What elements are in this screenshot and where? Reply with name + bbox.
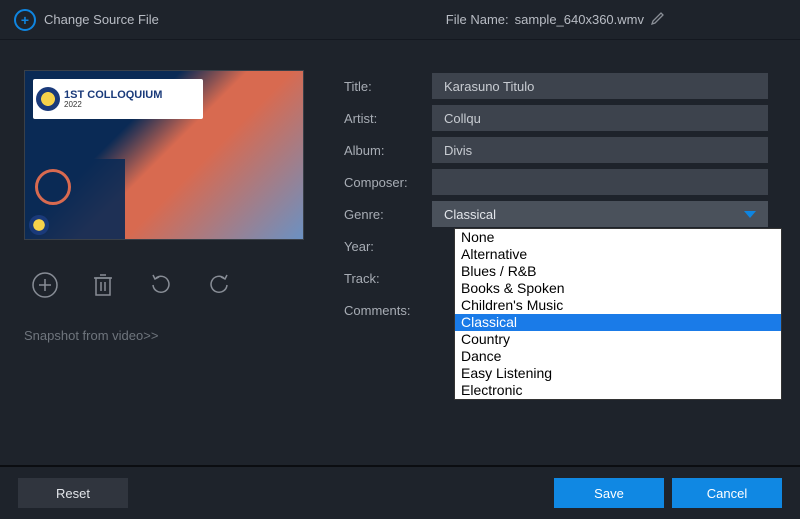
change-source-button[interactable]: + Change Source File	[14, 9, 159, 31]
genre-row: Genre: Classical	[344, 198, 776, 230]
genre-option[interactable]: Dance	[455, 348, 781, 365]
file-name-value: sample_640x360.wmv	[515, 12, 644, 27]
change-source-label: Change Source File	[44, 12, 159, 27]
comments-label: Comments:	[344, 303, 424, 318]
title-label: Title:	[344, 79, 424, 94]
file-name-display: File Name: sample_640x360.wmv	[446, 10, 666, 29]
save-button[interactable]: Save	[554, 478, 664, 508]
album-label: Album:	[344, 143, 424, 158]
artist-label: Artist:	[344, 111, 424, 126]
album-row: Album:	[344, 134, 776, 166]
thumbnail-corner-logo-icon	[29, 215, 49, 235]
banner-year: 2022	[64, 100, 82, 109]
genre-option[interactable]: Country	[455, 331, 781, 348]
genre-option[interactable]: Classical	[455, 314, 781, 331]
composer-input[interactable]	[432, 169, 768, 195]
cancel-button[interactable]: Cancel	[672, 478, 782, 508]
genre-option[interactable]: None	[455, 229, 781, 246]
genre-dropdown[interactable]: NoneAlternativeBlues / R&BBooks & Spoken…	[454, 228, 782, 400]
left-panel: 1ST COLLOQUIUM 2022 Snapshot from video>…	[24, 70, 304, 343]
video-thumbnail[interactable]: 1ST COLLOQUIUM 2022	[24, 70, 304, 240]
genre-option[interactable]: Easy Listening	[455, 365, 781, 382]
genre-label: Genre:	[344, 207, 424, 222]
reset-button[interactable]: Reset	[18, 478, 128, 508]
banner-logo-icon	[36, 87, 60, 111]
genre-option[interactable]: Alternative	[455, 246, 781, 263]
genre-option[interactable]: Children's Music	[455, 297, 781, 314]
genre-selected-value: Classical	[444, 207, 496, 222]
rotate-left-button[interactable]	[146, 270, 176, 300]
title-input[interactable]	[432, 73, 768, 99]
composer-label: Composer:	[344, 175, 424, 190]
composer-row: Composer:	[344, 166, 776, 198]
banner-title: COLLOQUIUM	[87, 89, 162, 101]
artist-row: Artist:	[344, 102, 776, 134]
genre-option[interactable]: Blues / R&B	[455, 263, 781, 280]
edit-filename-button[interactable]	[650, 10, 666, 29]
genre-option[interactable]: Electronic	[455, 382, 781, 399]
bottom-bar: Reset Save Cancel	[0, 465, 800, 519]
chevron-down-icon	[744, 211, 756, 218]
year-label: Year:	[344, 239, 424, 254]
snapshot-link[interactable]: Snapshot from video>>	[24, 328, 304, 343]
genre-select[interactable]: Classical	[432, 201, 768, 227]
rotate-right-button[interactable]	[204, 270, 234, 300]
plus-circle-icon: +	[14, 9, 36, 31]
artist-input[interactable]	[432, 105, 768, 131]
thumbnail-toolstrip	[24, 270, 304, 300]
album-input[interactable]	[432, 137, 768, 163]
file-name-label: File Name:	[446, 12, 509, 27]
add-thumbnail-button[interactable]	[30, 270, 60, 300]
thumbnail-banner: 1ST COLLOQUIUM 2022	[33, 79, 203, 119]
delete-thumbnail-button[interactable]	[88, 270, 118, 300]
top-bar: + Change Source File File Name: sample_6…	[0, 0, 800, 40]
track-label: Track:	[344, 271, 424, 286]
title-row: Title:	[344, 70, 776, 102]
genre-option[interactable]: Books & Spoken	[455, 280, 781, 297]
